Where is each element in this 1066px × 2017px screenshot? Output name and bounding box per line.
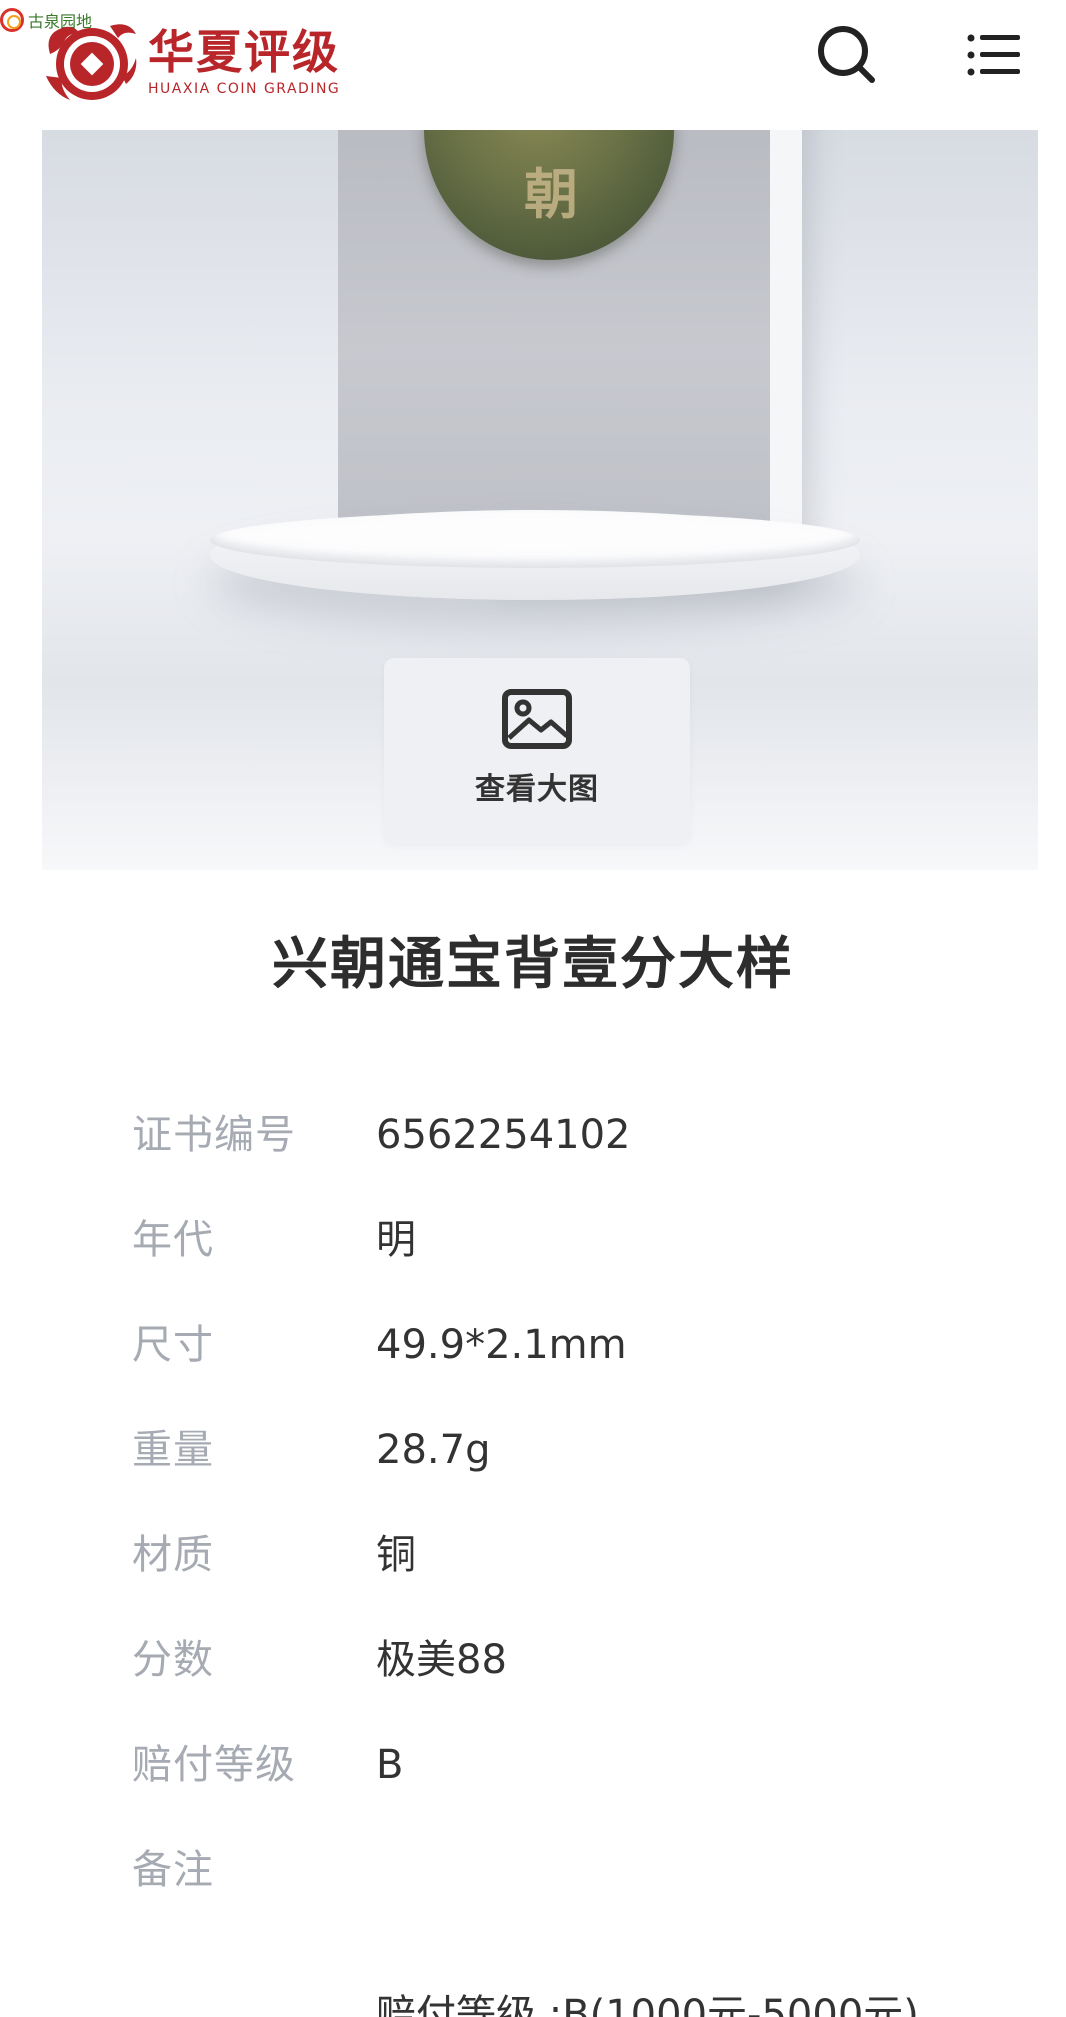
details-list: 证书编号 6562254102 年代 明 尺寸 49.9*2.1mm 重量 28…: [132, 1100, 1032, 1940]
coin-image: 朝 背 兴: [424, 130, 674, 260]
logo-subtitle: HUAXIA COIN GRADING: [148, 81, 341, 97]
detail-value: 6562254102: [376, 1112, 631, 1158]
search-icon[interactable]: [814, 22, 878, 86]
detail-value: 明: [376, 1217, 416, 1263]
coin-character: 朝: [524, 162, 578, 226]
detail-row-size: 尺寸 49.9*2.1mm: [132, 1310, 1032, 1415]
menu-icon[interactable]: [966, 30, 1022, 80]
detail-value: B: [376, 1742, 404, 1788]
detail-row-weight: 重量 28.7g: [132, 1415, 1032, 1520]
detail-label: 尺寸: [132, 1322, 214, 1368]
detail-value: 28.7g: [376, 1427, 491, 1473]
site-logo[interactable]: 华夏评级 HUAXIA COIN GRADING: [40, 14, 340, 106]
coin-character: 背: [442, 130, 496, 135]
detail-row-compensation: 赔付等级 B: [132, 1730, 1032, 1835]
remark-text: 赔付等级 :B(1000元-5000元): [376, 1992, 919, 2017]
detail-row-certificate: 证书编号 6562254102: [132, 1100, 1032, 1205]
detail-row-material: 材质 铜: [132, 1520, 1032, 1625]
header-bar: 古泉园地 华夏评级 HUAXIA COIN GRADING: [0, 0, 1066, 130]
page: 古泉园地 华夏评级 HUAXIA COIN GRADING 朝 查看大图 兴朝通…: [0, 0, 1066, 2017]
detail-value: 铜: [376, 1532, 416, 1578]
logo-title: 华夏评级: [148, 25, 340, 79]
display-pedestal-top: [210, 512, 860, 568]
watermark-logo-icon: [0, 8, 24, 32]
product-image-area: 朝 背 兴 查看大图: [42, 130, 1038, 870]
coin-title: 兴朝通宝背壹分大样: [272, 932, 794, 997]
detail-label: 材质: [132, 1532, 214, 1578]
detail-label: 证书编号: [132, 1112, 296, 1158]
detail-row-score: 分数 极美88: [132, 1625, 1032, 1730]
dragon-logo-icon: [46, 24, 137, 100]
view-large-image-button[interactable]: 查看大图: [384, 658, 690, 844]
detail-label: 年代: [132, 1217, 214, 1263]
detail-label: 分数: [132, 1637, 214, 1683]
detail-label: 备注: [132, 1847, 214, 1893]
image-icon: [502, 689, 572, 749]
view-large-image-label: 查看大图: [475, 772, 599, 807]
detail-value: 极美88: [376, 1637, 507, 1683]
detail-label: 重量: [132, 1427, 214, 1473]
detail-row-era: 年代 明: [132, 1205, 1032, 1310]
detail-row-remark: 备注: [132, 1835, 1032, 1940]
detail-label: 赔付等级: [132, 1742, 296, 1788]
detail-value: 49.9*2.1mm: [376, 1322, 627, 1368]
